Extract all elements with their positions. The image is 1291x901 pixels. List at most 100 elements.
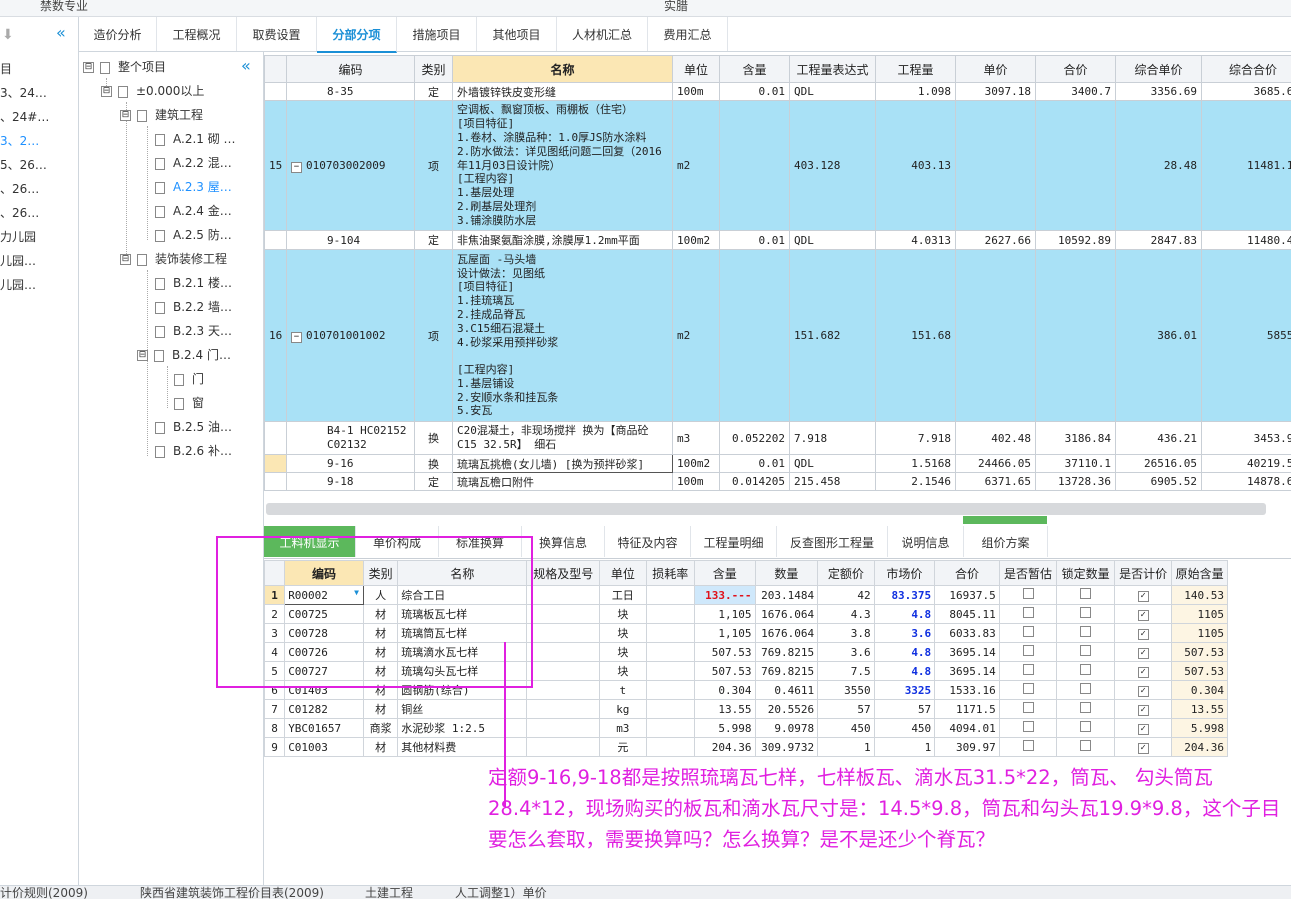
material-cell-qty[interactable]: 203.1484 (755, 586, 818, 605)
tab-measures[interactable]: 措施项目 (397, 17, 477, 51)
material-cell-qty[interactable]: 309.9732 (755, 738, 818, 757)
tab-fee-settings[interactable]: 取费设置 (237, 17, 317, 51)
collapse-tree-icon[interactable]: « (241, 56, 251, 75)
material-cell-content[interactable]: 507.53 (694, 662, 755, 681)
material-row[interactable]: 9C01003材其他材料费元204.36309.973211309.97✓204… (265, 738, 1228, 757)
sub-col-header-lock[interactable]: 锁定数量 (1057, 561, 1115, 586)
col-header-content[interactable]: 含量 (720, 56, 790, 83)
material-cell-spec[interactable] (527, 738, 600, 757)
material-cell-unit[interactable]: 工日 (600, 586, 646, 605)
col-header-comp-total[interactable]: 综合合价 (1202, 56, 1291, 83)
checkbox-checked[interactable]: ✓ (1138, 705, 1149, 716)
tab-pricing-scheme[interactable]: 组价方案 (964, 526, 1048, 557)
material-row[interactable]: 7C01282材铜丝kg13.5520.552657571171.5✓13.55 (265, 700, 1228, 719)
status-item[interactable]: 计价规则(2009) (0, 884, 88, 901)
material-cell-content[interactable]: 1,105 (694, 605, 755, 624)
tab-conversion-info[interactable]: 换算信息 (522, 526, 605, 557)
tree-node-b22[interactable]: B.2.2 墙… (155, 296, 232, 318)
material-cell-loss[interactable] (646, 643, 694, 662)
checkbox-unchecked[interactable] (1023, 588, 1034, 599)
material-cell-market[interactable]: 3325 (874, 681, 935, 700)
checkbox-unchecked[interactable] (1080, 607, 1091, 618)
material-cell-orig[interactable]: 204.36 (1172, 738, 1228, 757)
collapse-box-icon[interactable]: ⊟ (120, 254, 131, 265)
status-item[interactable]: 土建工程 (365, 884, 413, 901)
checkbox-unchecked[interactable] (1023, 664, 1034, 675)
material-cell-qty[interactable]: 0.4611 (755, 681, 818, 700)
material-cell-spec[interactable] (527, 662, 600, 681)
collapse-box-icon[interactable]: − (291, 332, 302, 343)
material-cell-name[interactable]: 其他材料费 (398, 738, 527, 757)
material-cell-spec[interactable] (527, 643, 600, 662)
material-cell-content[interactable]: 1,105 (694, 624, 755, 643)
tab-cost-summary[interactable]: 费用汇总 (648, 17, 728, 51)
material-cell-market[interactable]: 4.8 (874, 643, 935, 662)
material-cell-quota[interactable]: 57 (818, 700, 875, 719)
material-cell-total[interactable]: 3695.14 (935, 662, 1000, 681)
checkbox-checked[interactable]: ✓ (1138, 591, 1149, 602)
tree-node-door[interactable]: 门 (174, 368, 204, 390)
material-cell-market[interactable]: 450 (874, 719, 935, 738)
left-nav-item[interactable]: 力儿园 (0, 228, 36, 245)
checkbox-unchecked[interactable] (1080, 740, 1091, 751)
material-cell-qty[interactable]: 1676.064 (755, 624, 818, 643)
material-cell-market[interactable]: 1 (874, 738, 935, 757)
material-cell-unit[interactable]: kg (600, 700, 646, 719)
material-cell-loss[interactable] (646, 586, 694, 605)
col-header-total[interactable]: 合价 (1036, 56, 1116, 83)
tree-node-b24[interactable]: ⊟B.2.4 门… (137, 344, 231, 366)
material-cell-code[interactable]: C01003 (285, 738, 364, 757)
material-cell-qty[interactable]: 769.8215 (755, 643, 818, 662)
checkbox-unchecked[interactable] (1023, 626, 1034, 637)
checkbox-unchecked[interactable] (1080, 683, 1091, 694)
material-cell-qty[interactable]: 1676.064 (755, 605, 818, 624)
tree-node-decoration[interactable]: ⊟装饰装修工程 (120, 248, 227, 270)
horizontal-scrollbar[interactable] (266, 503, 1266, 515)
collapse-box-icon[interactable]: ⊟ (101, 86, 112, 97)
material-cell-type[interactable]: 商浆 (363, 719, 397, 738)
left-nav-item[interactable]: 、26… (0, 204, 39, 221)
tree-node-a21[interactable]: A.2.1 砌 … (155, 128, 236, 150)
material-cell-name[interactable]: 水泥砂浆 1:2.5 (398, 719, 527, 738)
material-cell-spec[interactable] (527, 624, 600, 643)
checkbox-unchecked[interactable] (1080, 702, 1091, 713)
checkbox-checked[interactable]: ✓ (1138, 667, 1149, 678)
material-cell-orig[interactable]: 13.55 (1172, 700, 1228, 719)
material-cell-spec[interactable] (527, 605, 600, 624)
material-cell-total[interactable]: 16937.5 (935, 586, 1000, 605)
left-nav-item[interactable]: 儿园… (0, 252, 36, 269)
material-cell-total[interactable]: 8045.11 (935, 605, 1000, 624)
sub-col-header-orig[interactable]: 原始含量 (1172, 561, 1228, 586)
material-cell-quota[interactable]: 3.6 (818, 643, 875, 662)
col-header-code[interactable]: 编码 (287, 56, 415, 83)
material-cell-loss[interactable] (646, 624, 694, 643)
sub-col-header-content[interactable]: 含量 (694, 561, 755, 586)
tab-itemized[interactable]: 分部分项 (317, 17, 397, 53)
left-nav-item[interactable]: 儿园… (0, 276, 36, 293)
material-cell-qty[interactable]: 769.8215 (755, 662, 818, 681)
table-row[interactable]: 15 −010703002009 项 空调板、飘窗顶板、雨棚板（住宅） [项目特… (265, 101, 1291, 231)
material-cell-total[interactable]: 4094.01 (935, 719, 1000, 738)
left-nav-item-selected[interactable]: 3、2… (0, 132, 39, 149)
tab-features-content[interactable]: 特征及内容 (605, 526, 691, 557)
checkbox-checked[interactable]: ✓ (1138, 610, 1149, 621)
sub-col-header-market[interactable]: 市场价 (874, 561, 935, 586)
material-cell-total[interactable]: 1533.16 (935, 681, 1000, 700)
table-row[interactable]: 16 −010701001002 项 瓦屋面 -马头墙 设计做法：见图纸 [项目… (265, 250, 1291, 422)
material-cell-unit[interactable]: 块 (600, 605, 646, 624)
checkbox-checked[interactable]: ✓ (1138, 743, 1149, 754)
tab-other-items[interactable]: 其他项目 (477, 17, 557, 51)
table-row[interactable]: 9-104 定 非焦油聚氨酯涂膜,涂膜厚1.2mm平面 100m2 0.01 Q… (265, 231, 1291, 250)
material-cell-orig[interactable]: 507.53 (1172, 662, 1228, 681)
material-cell-unit[interactable]: 块 (600, 662, 646, 681)
material-cell-qty[interactable]: 9.0978 (755, 719, 818, 738)
material-cell-total[interactable]: 3695.14 (935, 643, 1000, 662)
material-cell-loss[interactable] (646, 605, 694, 624)
material-cell-orig[interactable]: 1105 (1172, 605, 1228, 624)
material-cell-code[interactable]: C01282 (285, 700, 364, 719)
left-nav-item[interactable]: 、24#… (0, 108, 49, 125)
left-nav-item[interactable]: 5、26… (0, 156, 47, 173)
checkbox-checked[interactable]: ✓ (1138, 724, 1149, 735)
material-cell-market[interactable]: 57 (874, 700, 935, 719)
checkbox-unchecked[interactable] (1023, 645, 1034, 656)
